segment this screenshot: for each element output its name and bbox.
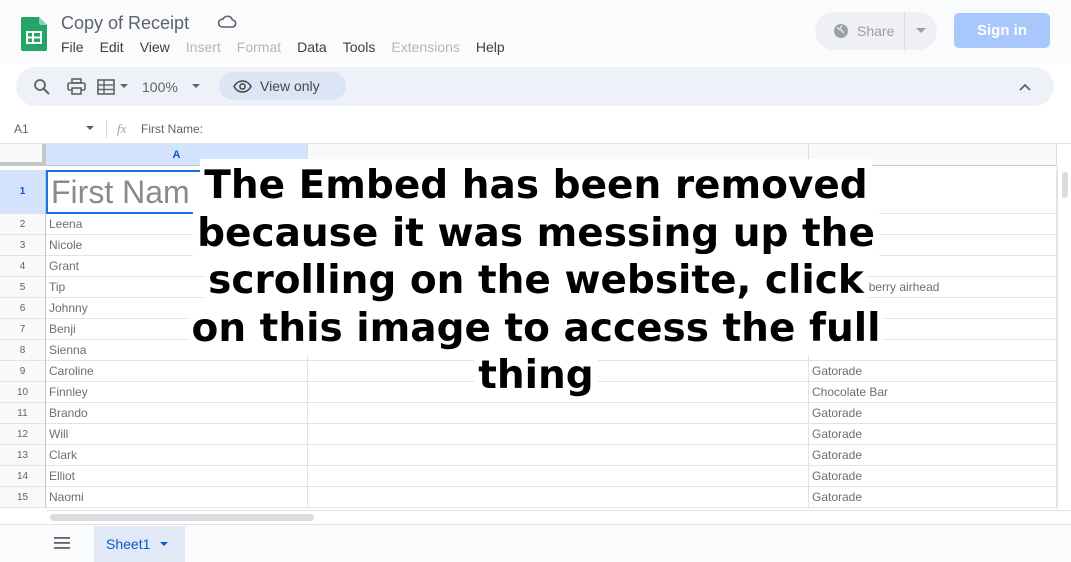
menu-data[interactable]: Data [297, 39, 327, 55]
sheets-logo-icon[interactable] [21, 17, 47, 51]
cell-bought[interactable]: Gatorade [809, 445, 1057, 466]
cell-empty[interactable] [308, 466, 809, 487]
name-box[interactable]: A1 [14, 122, 29, 136]
app-header: Copy of Receipt File Edit View Insert Fo… [0, 0, 1071, 64]
row-number[interactable]: 9 [0, 361, 46, 382]
row-number[interactable]: 4 [0, 256, 46, 277]
table-format-button[interactable] [97, 67, 128, 106]
share-main[interactable]: Share [815, 12, 905, 50]
notice-line: scrolling on the website, click [208, 258, 864, 304]
caret-down-icon [120, 84, 128, 88]
notice-text: The Embed has been removed because it wa… [191, 162, 881, 400]
notice-line: on this image to access the full [191, 305, 881, 351]
row-number[interactable]: 3 [0, 235, 46, 256]
eye-icon [233, 79, 252, 93]
row-number[interactable]: 11 [0, 403, 46, 424]
menu-edit[interactable]: Edit [100, 39, 124, 55]
notice-line: The Embed has been removed [204, 163, 868, 209]
cell-first-name[interactable]: Will [46, 424, 308, 445]
print-button[interactable] [67, 67, 86, 106]
vertical-scrollbar-thumb[interactable] [1062, 172, 1068, 198]
row-number[interactable]: 10 [0, 382, 46, 403]
search-icon [34, 78, 50, 95]
view-only-label: View only [260, 78, 320, 94]
caret-down-icon [191, 84, 200, 88]
cell-first-name[interactable]: Clark [46, 445, 308, 466]
function-icon: fx [117, 121, 127, 136]
cell-bought[interactable]: Gatorade [809, 403, 1057, 424]
table-icon [97, 78, 115, 95]
horizontal-scrollbar[interactable] [46, 510, 1071, 524]
horizontal-scrollbar-thumb[interactable] [50, 514, 314, 521]
zoom-value: 100% [142, 78, 178, 95]
menu-file[interactable]: File [61, 39, 84, 55]
search-button[interactable] [33, 67, 51, 106]
collapse-toolbar-button[interactable] [1019, 67, 1031, 106]
cell-empty[interactable] [308, 403, 809, 424]
share-dropdown[interactable] [905, 28, 937, 34]
row-number[interactable]: 15 [0, 487, 46, 508]
menu-insert: Insert [185, 39, 221, 55]
menu-help[interactable]: Help [476, 39, 505, 55]
select-all-corner[interactable] [0, 144, 46, 166]
row-number[interactable]: 1 [0, 170, 46, 214]
row-number[interactable]: 8 [0, 340, 46, 361]
sheet-tab-bar: Sheet1 [0, 524, 1071, 562]
row-number[interactable]: 13 [0, 445, 46, 466]
menu-format: Format [236, 39, 282, 55]
menu-extensions: Extensions [391, 39, 460, 55]
caret-down-icon [916, 28, 926, 33]
row-number[interactable]: 6 [0, 298, 46, 319]
cell-empty[interactable] [308, 487, 809, 508]
caret-down-icon[interactable] [86, 126, 94, 131]
vertical-scrollbar[interactable] [1057, 166, 1071, 510]
chevron-up-icon [1019, 83, 1031, 91]
row-number[interactable]: 12 [0, 424, 46, 445]
cell-bought[interactable]: Gatorade [809, 466, 1057, 487]
formula-input[interactable]: First Name: [141, 122, 203, 136]
embed-removed-notice[interactable]: The Embed has been removed because it wa… [172, 158, 900, 404]
cell-bought[interactable]: Gatorade [809, 424, 1057, 445]
view-only-chip[interactable]: View only [219, 72, 346, 100]
row-number[interactable]: 14 [0, 466, 46, 487]
cell-first-name[interactable]: Naomi [46, 487, 308, 508]
zoom-select[interactable]: 100% [142, 67, 200, 106]
sheet-tab-sheet1[interactable]: Sheet1 [94, 526, 185, 562]
menu-tools[interactable]: Tools [343, 39, 376, 55]
share-button[interactable]: Share [815, 12, 937, 50]
all-sheets-menu-icon[interactable] [54, 537, 70, 549]
cell-first-name[interactable]: Elliot [46, 466, 308, 487]
notice-line: thing [478, 353, 594, 399]
cell-empty[interactable] [308, 445, 809, 466]
cell-bought[interactable]: Gatorade [809, 487, 1057, 508]
cloud-saved-icon[interactable] [217, 14, 237, 30]
menu-view[interactable]: View [140, 39, 170, 55]
document-title[interactable]: Copy of Receipt [61, 13, 189, 34]
share-label: Share [857, 23, 895, 39]
formula-bar: A1 fx First Name: [0, 114, 1071, 144]
globe-icon [834, 24, 848, 38]
cell-empty[interactable] [308, 424, 809, 445]
sign-in-button[interactable]: Sign in [954, 13, 1050, 48]
caret-down-icon[interactable] [160, 541, 169, 547]
row-number[interactable]: 7 [0, 319, 46, 340]
row-number[interactable]: 2 [0, 214, 46, 235]
cell-first-name[interactable]: Brando [46, 403, 308, 424]
formula-divider [106, 120, 107, 138]
sheet-tab-label: Sheet1 [106, 536, 151, 552]
row-number[interactable]: 5 [0, 277, 46, 298]
notice-line: because it was messing up the [197, 210, 875, 256]
print-icon [67, 78, 86, 95]
menu-bar: File Edit View Insert Format Data Tools … [61, 39, 521, 55]
